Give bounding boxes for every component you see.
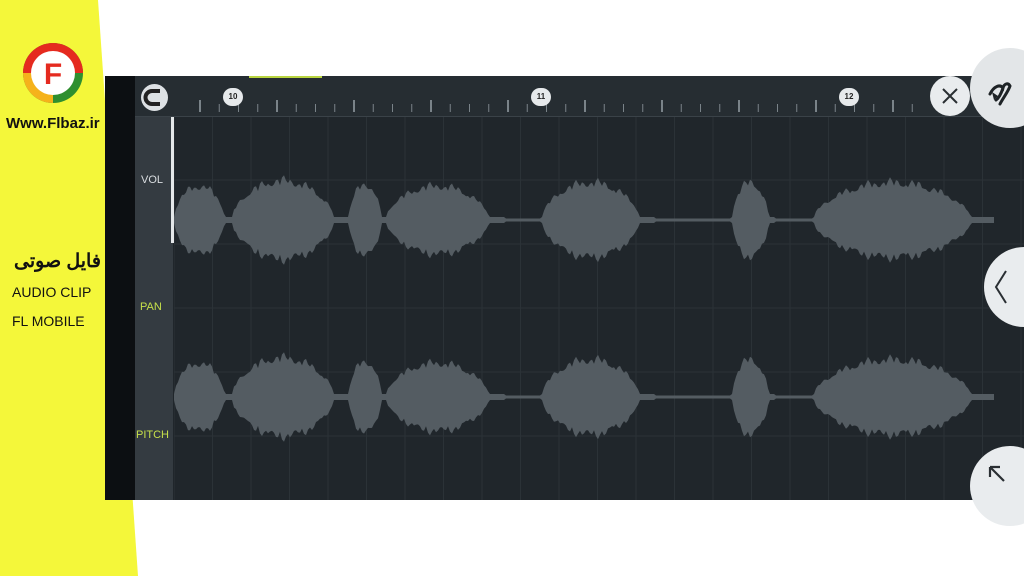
waveform-right-channel [174, 352, 994, 442]
waveform-area[interactable] [174, 117, 1024, 500]
chevron-left-icon [994, 270, 1007, 304]
editor-left-edge [105, 76, 135, 500]
timeline-marker-11[interactable]: 11 [531, 88, 551, 106]
pitch-tab[interactable]: PITCH [136, 429, 169, 441]
snap-button[interactable] [141, 84, 168, 111]
fl-menu-button[interactable] [970, 48, 1024, 128]
pan-tab[interactable]: PAN [140, 301, 162, 313]
timeline-marker-12[interactable]: 12 [839, 88, 859, 106]
close-button[interactable] [930, 76, 970, 116]
banner-tag-audio-clip: AUDIO CLIP [12, 284, 92, 300]
resize-button[interactable] [970, 446, 1024, 526]
magnet-icon [143, 89, 160, 106]
waveform-left-channel [174, 175, 994, 265]
banner-tag-fl-mobile: FL MOBILE [12, 313, 85, 329]
resize-arrow-icon [988, 465, 1005, 482]
vol-tab[interactable]: VOL [141, 174, 163, 186]
close-icon [942, 88, 958, 104]
timeline-marker-10[interactable]: 10 [223, 88, 243, 106]
back-button[interactable] [984, 247, 1024, 327]
fl-fruit-icon [988, 82, 1012, 106]
banner-title-fa: فایل صوتی [14, 251, 101, 272]
